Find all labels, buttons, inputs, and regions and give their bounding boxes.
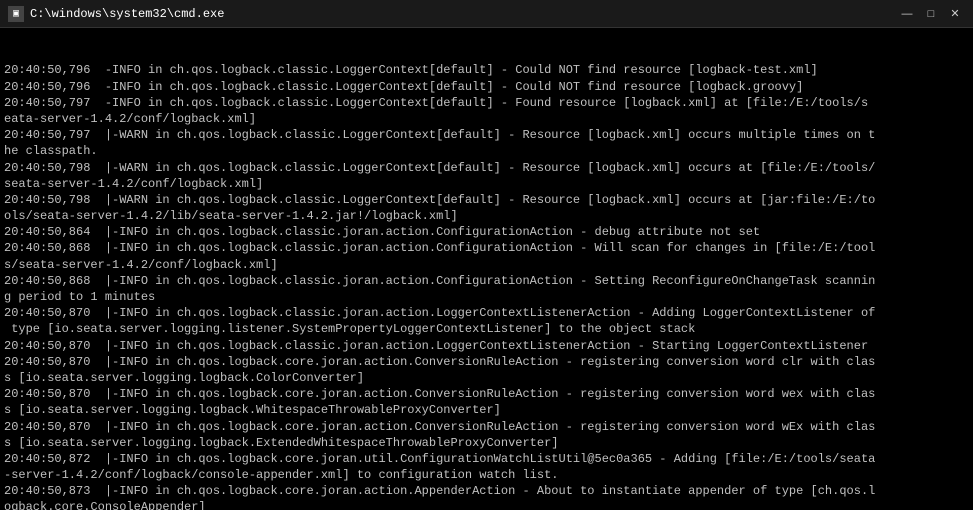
log-line: 20:40:50,798 |-WARN in ch.qos.logback.cl… (4, 160, 969, 176)
window-controls: — □ ✕ (897, 4, 965, 24)
log-line: 20:40:50,797 -INFO in ch.qos.logback.cla… (4, 95, 969, 111)
log-line: 20:40:50,870 |-INFO in ch.qos.logback.co… (4, 419, 969, 435)
log-line: s [io.seata.server.logging.logback.Color… (4, 370, 969, 386)
cmd-icon: ▣ (8, 6, 24, 22)
log-line: 20:40:50,868 |-INFO in ch.qos.logback.cl… (4, 240, 969, 256)
log-line: eata-server-1.4.2/conf/logback.xml] (4, 111, 969, 127)
window-title: C:\windows\system32\cmd.exe (30, 7, 224, 21)
minimize-button[interactable]: — (897, 4, 917, 24)
log-line: 20:40:50,870 |-INFO in ch.qos.logback.cl… (4, 338, 969, 354)
log-line: ogback.core.ConsoleAppender] (4, 499, 969, 510)
log-line: 20:40:50,872 |-INFO in ch.qos.logback.co… (4, 451, 969, 467)
log-line: -server-1.4.2/conf/logback/console-appen… (4, 467, 969, 483)
log-line: 20:40:50,796 -INFO in ch.qos.logback.cla… (4, 62, 969, 78)
log-line: ols/seata-server-1.4.2/lib/seata-server-… (4, 208, 969, 224)
log-line: g period to 1 minutes (4, 289, 969, 305)
log-line: seata-server-1.4.2/conf/logback.xml] (4, 176, 969, 192)
console-output: 20:40:50,796 -INFO in ch.qos.logback.cla… (0, 28, 973, 510)
log-line: 20:40:50,798 |-WARN in ch.qos.logback.cl… (4, 192, 969, 208)
log-line: s [io.seata.server.logging.logback.Exten… (4, 435, 969, 451)
log-line: 20:40:50,873 |-INFO in ch.qos.logback.co… (4, 483, 969, 499)
log-line: 20:40:50,868 |-INFO in ch.qos.logback.cl… (4, 273, 969, 289)
log-line: 20:40:50,797 |-WARN in ch.qos.logback.cl… (4, 127, 969, 143)
maximize-button[interactable]: □ (921, 4, 941, 24)
window: ▣ C:\windows\system32\cmd.exe — □ ✕ 20:4… (0, 0, 973, 510)
log-line: 20:40:50,870 |-INFO in ch.qos.logback.co… (4, 386, 969, 402)
log-line: 20:40:50,864 |-INFO in ch.qos.logback.cl… (4, 224, 969, 240)
log-line: s [io.seata.server.logging.logback.White… (4, 402, 969, 418)
title-bar: ▣ C:\windows\system32\cmd.exe — □ ✕ (0, 0, 973, 28)
log-line: s/seata-server-1.4.2/conf/logback.xml] (4, 257, 969, 273)
log-line: type [io.seata.server.logging.listener.S… (4, 321, 969, 337)
log-line: 20:40:50,870 |-INFO in ch.qos.logback.cl… (4, 305, 969, 321)
title-bar-left: ▣ C:\windows\system32\cmd.exe (8, 6, 224, 22)
log-line: he classpath. (4, 143, 969, 159)
log-line: 20:40:50,870 |-INFO in ch.qos.logback.co… (4, 354, 969, 370)
log-line: 20:40:50,796 -INFO in ch.qos.logback.cla… (4, 79, 969, 95)
close-button[interactable]: ✕ (945, 4, 965, 24)
